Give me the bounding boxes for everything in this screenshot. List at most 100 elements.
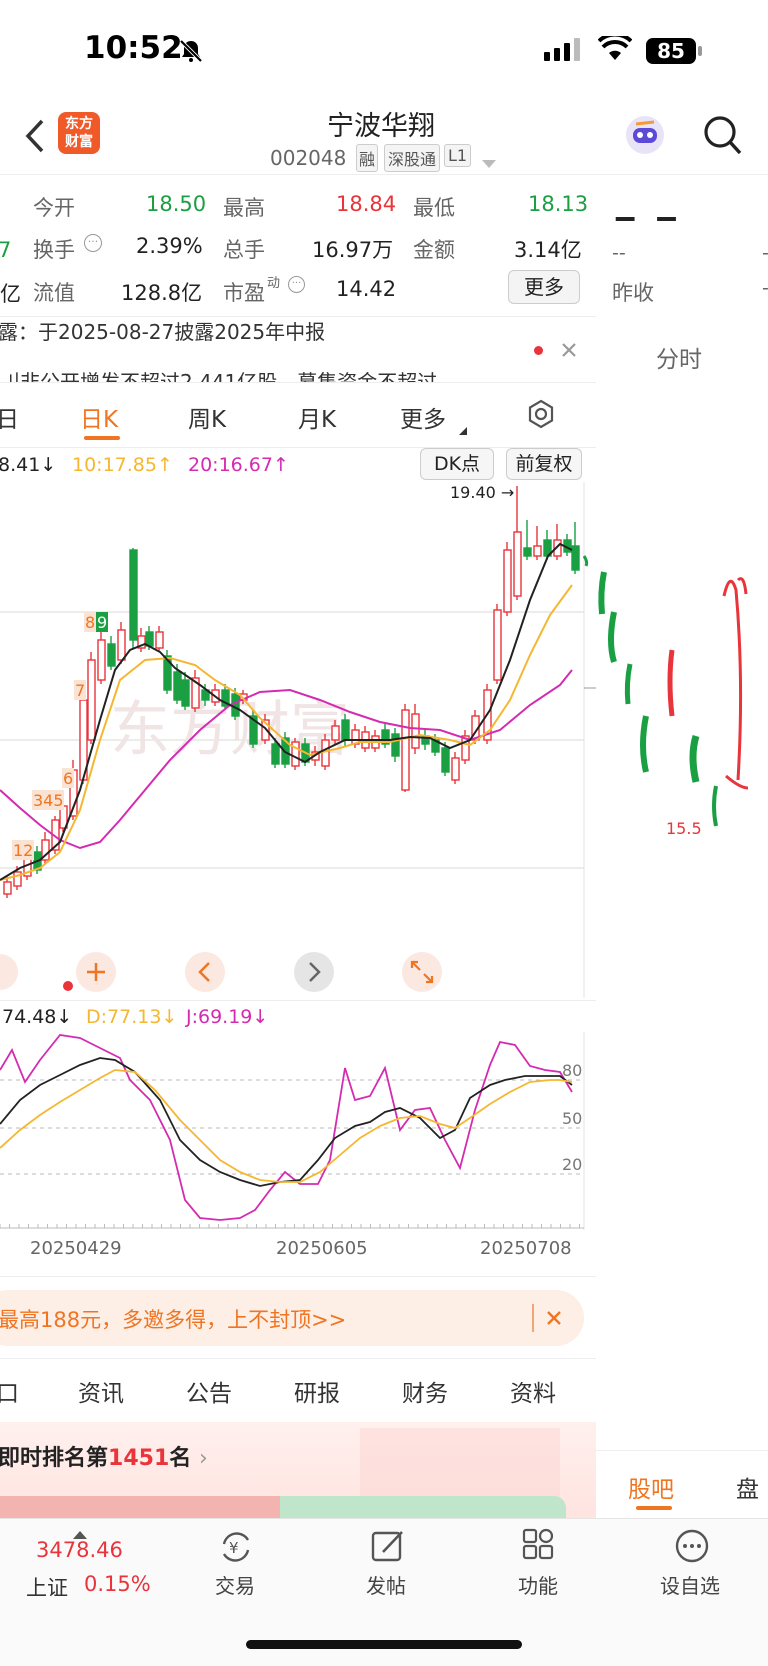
candle-body <box>513 531 522 597</box>
wifi-icon <box>597 32 633 66</box>
tab-more[interactable]: 更多 <box>400 400 446 434</box>
dropdown-icon[interactable] <box>482 153 496 172</box>
hand-drawn-annotation: 15.5 <box>582 555 749 838</box>
volume-value: 16.97万 <box>312 238 394 262</box>
candle-body <box>503 549 512 613</box>
index-value[interactable]: 3478.46 <box>36 1538 123 1562</box>
tab-finance[interactable]: 财务 <box>402 1374 448 1408</box>
dk-point-button[interactable]: DK点 <box>420 448 494 480</box>
close-banner-icon[interactable] <box>546 1310 562 1330</box>
nav-trade-label[interactable]: 交易 <box>215 1570 255 1599</box>
turnover-label: 换手 <box>33 238 75 262</box>
candle-body <box>87 659 96 741</box>
kdj-chart[interactable]: 80 50 20 <box>0 1030 596 1230</box>
edge-value-2: 亿 <box>0 282 21 306</box>
low-label: 最低 <box>413 196 455 220</box>
candle-body <box>107 643 116 667</box>
app-logo: 东方 财富 <box>58 112 100 154</box>
index-change[interactable]: 0.15% <box>84 1572 151 1596</box>
tab-side-next[interactable]: 盘 <box>736 1470 759 1504</box>
tab-research[interactable]: 研报 <box>294 1374 340 1408</box>
svg-text:¥: ¥ <box>229 1539 239 1557</box>
tab-prev[interactable]: 日 <box>0 400 19 434</box>
ma10-value: 10:17.85↑ <box>72 454 173 476</box>
pe-info-icon[interactable]: ··· <box>288 276 305 293</box>
kdj-level-50: 50 <box>562 1109 582 1128</box>
pe-label: 市盈 <box>223 281 265 305</box>
index-name[interactable]: 上证 <box>26 1572 68 1602</box>
chart-toolbar-dot <box>63 981 73 991</box>
notice-line-1[interactable]: 露：于2025-08-27披露2025年中报 <box>0 316 325 345</box>
float-label: 流值 <box>33 281 75 305</box>
info-icon[interactable]: ··· <box>84 234 102 252</box>
nav-watchlist-label[interactable]: 设自选 <box>660 1570 720 1599</box>
scroll-left-icon <box>185 952 225 992</box>
candle-body <box>523 547 532 557</box>
pe-value: 14.42 <box>336 277 397 301</box>
volume-label: 总手 <box>223 238 265 262</box>
pe-dynamic-mark: 动 <box>267 276 281 291</box>
mark-345: 345 <box>33 791 64 810</box>
tab-daily-underline <box>84 436 120 440</box>
tab-weekly-k[interactable]: 周K <box>188 400 226 434</box>
side-prev-close-label: 昨收 <box>612 281 654 305</box>
battery-icon: 85 <box>646 38 696 64</box>
kdj-j-value: J:69.19↓ <box>186 1006 269 1028</box>
candle-body <box>533 545 542 557</box>
low-value: 18.13 <box>528 192 589 216</box>
mark-8: 8 <box>85 613 95 632</box>
connect-tag: 深股通 <box>384 144 441 172</box>
add-watchlist-icon[interactable] <box>674 1528 710 1568</box>
robot-assistant-icon[interactable] <box>624 114 666 156</box>
tab-partial[interactable]: 口 <box>0 1374 19 1408</box>
open-value: 18.50 <box>146 192 207 216</box>
tab-monthly-k[interactable]: 月K <box>298 400 336 434</box>
tab-daily-k[interactable]: 日K <box>80 400 118 434</box>
silent-bell-icon <box>178 38 204 64</box>
side-change-dash: -- <box>612 242 626 264</box>
open-label: 今开 <box>33 196 75 220</box>
candle-body <box>411 713 420 749</box>
kdj-k-value: 74.48↓ <box>2 1006 73 1028</box>
side-price-dash: ‒ ‒ <box>614 198 682 236</box>
high-value: 18.84 <box>336 192 397 216</box>
mark-12: 12 <box>13 841 33 860</box>
candle-body <box>155 631 164 649</box>
ma20-value: 20:16.67↑ <box>188 454 289 476</box>
kline-chart[interactable]: 东方财富 19.40 → 8 9 7 6 345 12 <box>0 480 596 1000</box>
side-change-dash-2: -- <box>762 242 768 264</box>
amount-label: 金额 <box>413 238 455 262</box>
trade-icon[interactable]: ¥ <box>218 1530 254 1568</box>
date-label-3: 20250708 <box>480 1238 572 1259</box>
peak-price-label: 19.40 → <box>450 483 514 502</box>
search-icon[interactable] <box>702 114 742 160</box>
tab-profile[interactable]: 资料 <box>510 1374 556 1408</box>
tab-guba[interactable]: 股吧 <box>628 1470 674 1504</box>
forward-adjust-button[interactable]: 前复权 <box>506 448 582 480</box>
candle-body <box>493 609 502 681</box>
more-button[interactable]: 更多 <box>508 270 580 304</box>
turnover-value: 2.39% <box>136 234 203 258</box>
candle-body <box>331 725 340 741</box>
side-intraday-tab[interactable]: 分时 <box>656 340 702 374</box>
hand-note-value: 15.5 <box>666 819 702 838</box>
candle-body <box>129 549 138 641</box>
promo-banner[interactable]: 最高188元，多邀多得，上不封顶>> <box>0 1290 584 1346</box>
tab-announcements[interactable]: 公告 <box>186 1374 232 1408</box>
mark-7: 7 <box>75 681 85 700</box>
close-notice-icon[interactable] <box>561 342 577 362</box>
notice-line-2[interactable]: 刂非公开增发不超过2.441亿股，募集资金不超过... <box>0 366 456 382</box>
nav-functions-label[interactable]: 功能 <box>518 1570 558 1599</box>
tab-guba-underline <box>636 1506 672 1510</box>
back-icon[interactable] <box>24 118 46 158</box>
post-icon[interactable] <box>370 1528 406 1568</box>
ranking-text[interactable]: 即时排名第1451名 › <box>0 1440 208 1472</box>
nav-post-label[interactable]: 发帖 <box>366 1570 406 1599</box>
settings-gear-icon[interactable] <box>526 399 556 433</box>
battery-level: 85 <box>657 39 685 63</box>
stock-code: 002048 <box>270 146 347 170</box>
cellular-signal-icon <box>544 38 582 66</box>
tab-news[interactable]: 资讯 <box>78 1374 124 1408</box>
functions-grid-icon[interactable] <box>522 1528 556 1566</box>
kdj-level-20: 20 <box>562 1155 582 1174</box>
